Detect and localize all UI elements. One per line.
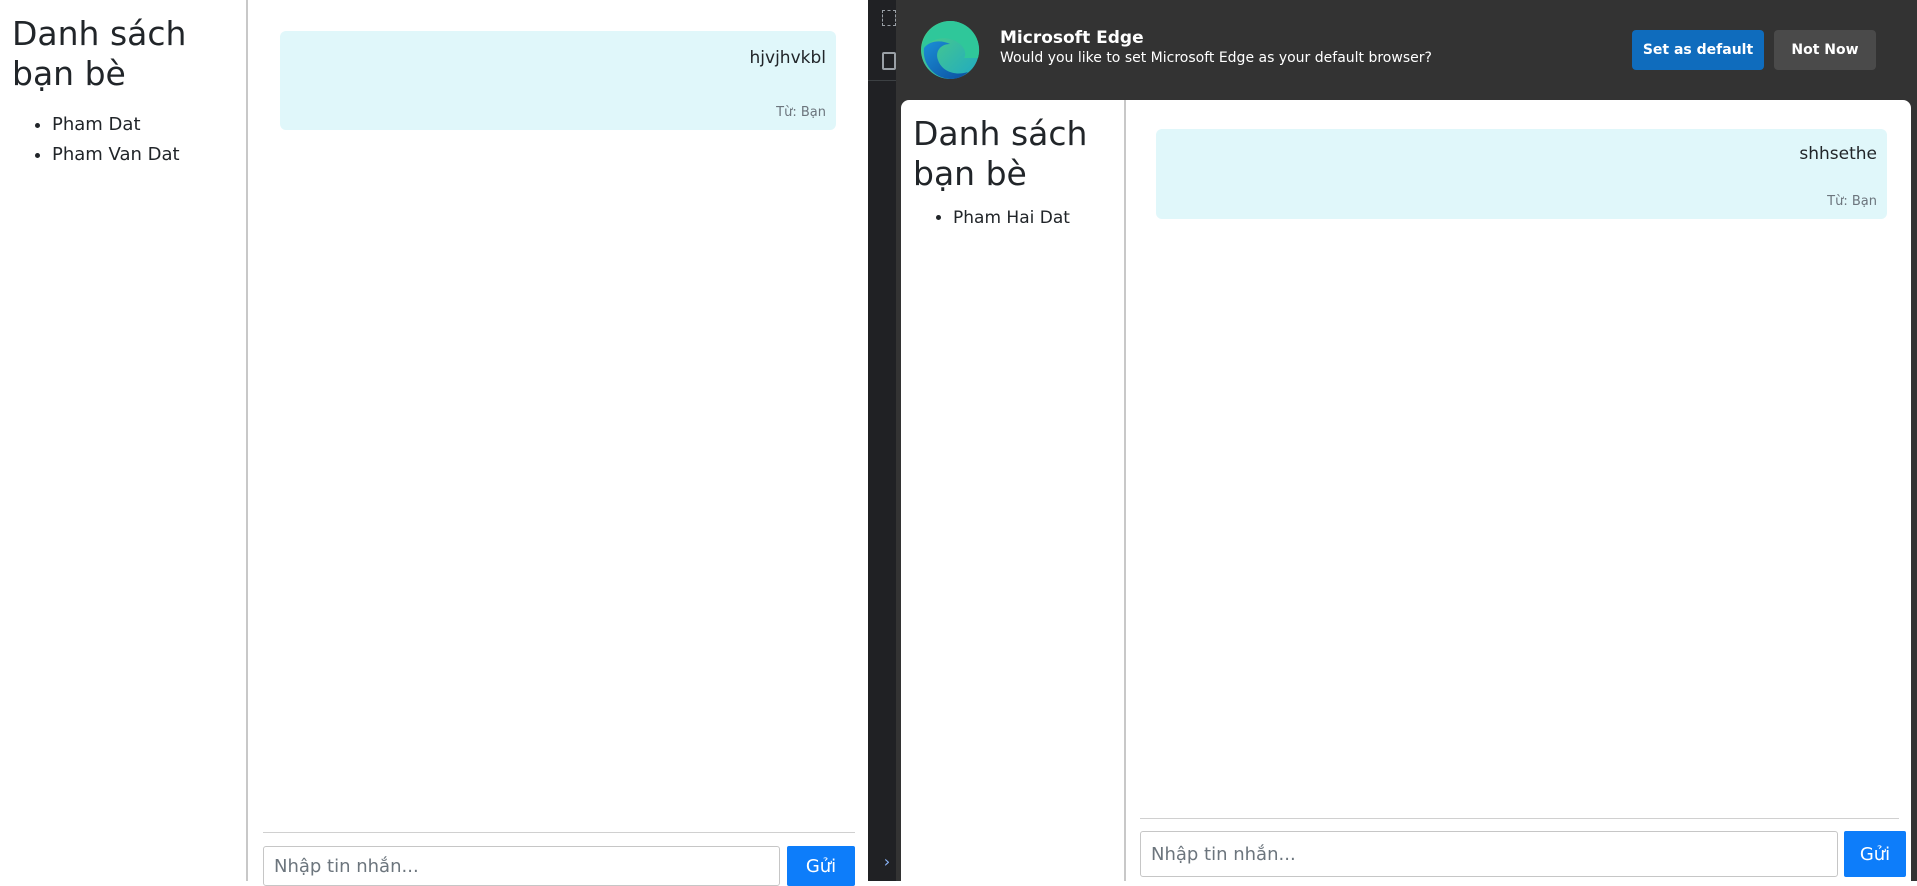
left-chat-window: Danh sách bạn bè Pham Dat Pham Van Dat h… — [0, 0, 868, 886]
friends-list: Pham Dat Pham Van Dat — [12, 110, 234, 170]
send-button[interactable]: Gửi — [787, 846, 855, 886]
friends-list: Pham Hai Dat — [913, 204, 1112, 232]
banner-message: Would you like to set Microsoft Edge as … — [1000, 50, 1432, 66]
friend-item[interactable]: Pham Hai Dat — [953, 204, 1112, 232]
message-bubble: shhsethe Từ: Bạn — [1156, 129, 1887, 219]
chevron-right-icon[interactable]: › — [882, 852, 892, 871]
page-content: Danh sách bạn bè Pham Hai Dat shhsethe T… — [901, 100, 1911, 881]
friends-list-title: Danh sách bạn bè — [12, 14, 187, 93]
message-sender: Từ: Bạn — [1827, 194, 1877, 209]
message-bubble: hjvjhvkbl Từ: Bạn — [280, 31, 836, 130]
divider — [868, 80, 898, 81]
inspect-icon[interactable] — [882, 10, 896, 26]
banner-title: Microsoft Edge — [1000, 28, 1144, 48]
message-sender: Từ: Bạn — [776, 105, 826, 120]
message-input[interactable] — [263, 846, 780, 886]
chat-panel: shhsethe Từ: Bạn Gửi — [1128, 100, 1911, 881]
friends-sidebar: Danh sách bạn bè Pham Dat Pham Van Dat — [0, 0, 248, 881]
edge-logo-icon — [921, 20, 980, 79]
devtools-edge: › — [868, 0, 898, 881]
set-default-button[interactable]: Set as default — [1632, 30, 1764, 70]
send-button[interactable]: Gửi — [1844, 831, 1906, 877]
friend-item[interactable]: Pham Van Dat — [52, 140, 234, 170]
friend-item[interactable]: Pham Dat — [52, 110, 234, 140]
message-compose: Gửi — [1140, 818, 1906, 881]
message-text: shhsethe — [1799, 144, 1877, 164]
friends-list-title: Danh sách bạn bè — [913, 114, 1088, 193]
chat-panel: hjvjhvkbl Từ: Bạn Gửi — [250, 0, 868, 886]
panel-icon[interactable] — [882, 52, 896, 70]
message-compose: Gửi — [263, 832, 855, 886]
edge-browser-window: Microsoft Edge Would you like to set Mic… — [896, 0, 1917, 881]
not-now-button[interactable]: Not Now — [1774, 30, 1876, 70]
message-input[interactable] — [1140, 831, 1838, 877]
message-text: hjvjhvkbl — [749, 48, 826, 68]
default-browser-banner: Microsoft Edge Would you like to set Mic… — [896, 0, 1917, 100]
friends-sidebar: Danh sách bạn bè Pham Hai Dat — [901, 100, 1126, 881]
